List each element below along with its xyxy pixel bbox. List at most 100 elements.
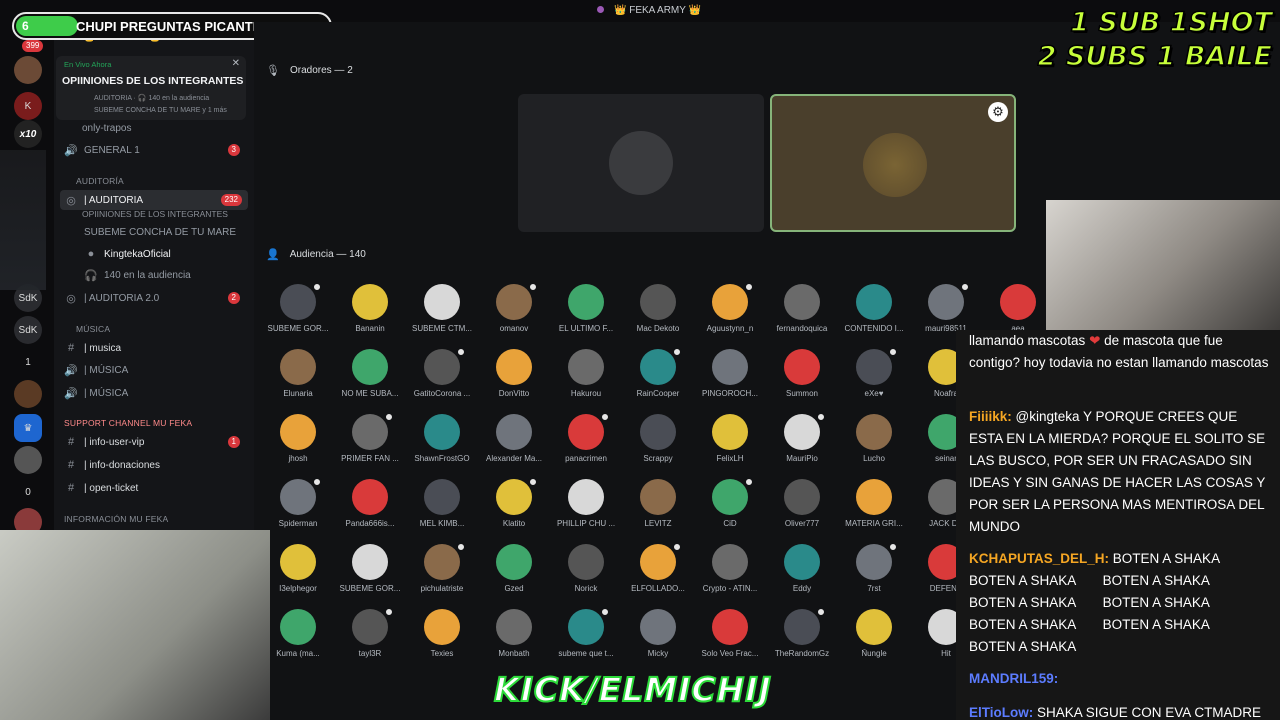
channel-only-trapos[interactable]: only-trapos [82,118,131,138]
audience-member[interactable]: Bananin [334,284,406,349]
status-icon [816,412,826,422]
speaker-tile-2[interactable]: ⚙ [770,94,1016,232]
audience-member[interactable]: EL ULTIMO F... [550,284,622,349]
audience-member[interactable]: 7rst [838,542,910,609]
audience-member[interactable]: Kuma (ma... [262,609,334,674]
avatar [640,414,676,450]
audience-member[interactable]: RainCooper [622,347,694,414]
channel-musica[interactable]: # | musica [64,338,121,358]
audience-member[interactable]: Scrappy [622,414,694,479]
audience-member[interactable]: fernandoquica [766,284,838,349]
channel-auditoria[interactable]: ◎ | AUDITORIA [60,190,248,210]
server-icon-0[interactable]: 0 [14,478,42,506]
audience-member[interactable]: DonVitto [478,349,550,414]
audience-member[interactable]: Solo Veo Frac... [694,609,766,674]
category-support[interactable]: SUPPORT CHANNEL MU FEKA [64,418,192,428]
server-icon-crown[interactable]: ♛ [14,414,42,442]
avatar [784,544,820,580]
general-badge: 3 [227,144,240,156]
server-icon-person[interactable] [14,446,42,474]
audience-member[interactable]: MEL KIMB... [406,479,478,544]
audience-member[interactable]: SUBEME GOR... [334,544,406,609]
audience-member[interactable]: Oliver777 [766,479,838,544]
audience-member[interactable]: FelixLH [694,414,766,479]
audience-member[interactable]: MATERIA GRI... [838,479,910,544]
close-icon[interactable]: ✕ [232,58,240,69]
audience-member[interactable]: Eddy [766,544,838,609]
audience-member[interactable]: omanov [478,282,550,349]
audience-member[interactable]: PINGOROCH... [694,349,766,414]
live-panel[interactable]: En Vivo Ahora ✕ OPIINIONES DE LOS INTEGR… [56,56,246,120]
speaker-tile-1[interactable] [518,94,764,232]
audience-member[interactable]: Hakurou [550,349,622,414]
audience-member[interactable]: Summon [766,349,838,414]
member-kingteka[interactable]: ● KingtekaOficial [84,244,171,264]
category-auditoria[interactable]: AUDITORÍA [76,176,124,186]
hash-icon: # [67,459,75,471]
audience-member[interactable]: PRIMER FAN ... [334,412,406,479]
channel-open-ticket[interactable]: # | open-ticket [64,478,138,498]
channel-auditoria2[interactable]: ◎ | AUDITORIA 2.0 [64,288,159,308]
server-icon-1[interactable] [14,56,42,84]
audience-member[interactable]: Mac Dekoto [622,284,694,349]
audience-member[interactable]: LEVITZ [622,479,694,544]
audience-member[interactable]: Panda666is... [334,479,406,544]
audience-member[interactable]: MauriPio [766,412,838,479]
audience-member[interactable]: Lucho [838,414,910,479]
audience-member[interactable]: Elunaria [262,349,334,414]
audience-member[interactable]: Texies [406,609,478,674]
audience-member[interactable]: CiD [694,477,766,544]
audience-member[interactable]: Micky [622,609,694,674]
audience-member-name: Monbath [498,649,530,658]
audience-member[interactable]: CONTENIDO I... [838,284,910,349]
server-icon-avatar[interactable] [14,380,42,408]
avatar [712,284,748,320]
status-icon [312,282,322,292]
audience-member[interactable]: Ñungle [838,609,910,674]
audience-member[interactable]: TheRandomGz [766,607,838,674]
channel-info-user[interactable]: # | info-user-vip [64,432,144,452]
server-icon-x10[interactable]: x10 [14,120,42,148]
audience-member[interactable]: ShawnFrostGO [406,414,478,479]
audience-member[interactable]: pichulatriste [406,542,478,609]
sub-overlay-line2: 2 SUBS 1 BAILE [1037,40,1273,73]
audience-member[interactable]: SUBEME CTM... [406,284,478,349]
audience-member[interactable]: GatitoCorona ... [406,347,478,414]
audience-member-name: Spiderman [278,519,318,528]
category-musica[interactable]: MÚSICA [76,324,110,334]
member-subeme[interactable]: SUBEME CONCHA DE TU MARE [84,222,236,242]
audience-member[interactable]: Aguustynn_n [694,282,766,349]
audience-member[interactable]: Gzed [478,544,550,609]
audience-member[interactable]: subeme que t... [550,607,622,674]
audience-member[interactable]: panacrimen [550,412,622,479]
audience-member[interactable]: SUBEME GOR... [262,282,334,349]
server-icon-1b[interactable]: 1 [14,348,42,376]
audience-member[interactable]: NO ME SUBA... [334,349,406,414]
audience-member-name: Ñungle [861,649,887,658]
audience-member[interactable]: Klatito [478,477,550,544]
gear-icon[interactable]: ⚙ [988,102,1008,122]
avatar [352,479,388,515]
channel-musica-voice[interactable]: 🔊 | MÚSICA [64,360,128,380]
audience-member[interactable]: Crypto - ATIN... [694,544,766,609]
channel-info-donaciones[interactable]: # | info-donaciones [64,455,160,475]
avatar [784,479,820,515]
audience-member[interactable]: Alexander Ma... [478,414,550,479]
category-info[interactable]: INFORMACIÓN MU FEKA [64,514,168,524]
audience-member[interactable]: jhosh [262,414,334,479]
audience-member[interactable]: Norick [550,544,622,609]
audience-member[interactable]: Spiderman [262,477,334,544]
audience-member[interactable]: Monbath [478,609,550,674]
avatar [424,479,460,515]
audience-member[interactable]: ELFOLLADO... [622,542,694,609]
server-icon-1b-label: 1 [25,356,31,368]
server-icon-sdk2[interactable]: SdK [14,316,42,344]
audience-member[interactable]: PHILLIP CHU ... [550,479,622,544]
server-icon-k[interactable]: K [14,92,42,120]
chat-message-4: MANDRIL159: [969,668,1269,690]
audience-member[interactable]: tayl3R [334,607,406,674]
audience-member[interactable]: I3elphegor [262,544,334,609]
channel-musica-voice2[interactable]: 🔊 | MÚSICA [64,383,128,403]
channel-general[interactable]: 🔊 GENERAL 1 [64,140,140,160]
audience-member[interactable]: eXe♥ [838,347,910,414]
